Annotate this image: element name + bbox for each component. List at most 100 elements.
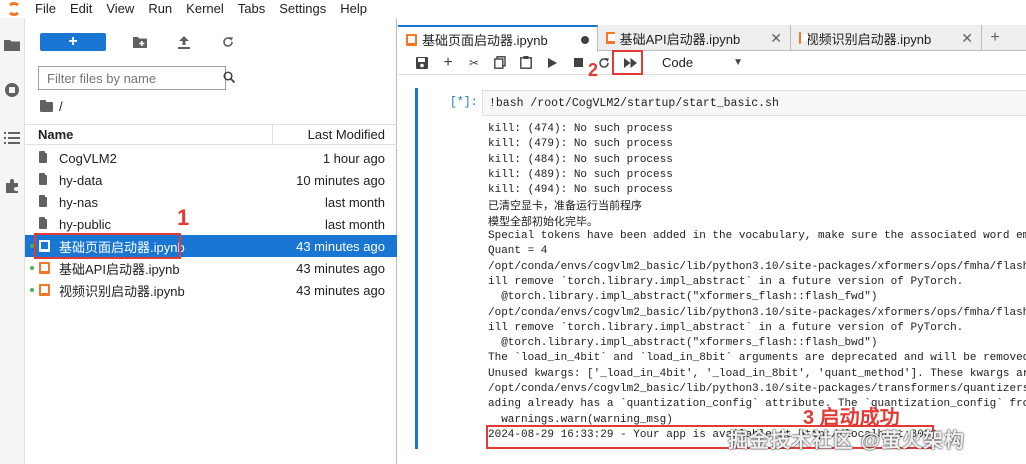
output-line: kill: (484): No such process bbox=[488, 153, 673, 166]
notebook-cell-area: [*]: !bash /root/CogVLM2/startup/start_b… bbox=[398, 76, 1026, 464]
tab-notebook-basic[interactable]: 基础页面启动器.ipynb bbox=[398, 25, 598, 52]
folder-icon[interactable] bbox=[4, 36, 20, 52]
output-line: The `load_in_4bit` and `load_in_8bit` ar… bbox=[488, 352, 1026, 365]
tab-label: 基础API启动器.ipynb bbox=[619, 31, 741, 47]
list-item[interactable]: 基础API启动器.ipynb 43 minutes ago bbox=[25, 257, 397, 279]
active-cell-indicator bbox=[415, 88, 418, 449]
list-item[interactable]: hy-public last month bbox=[25, 213, 397, 235]
refresh-icon[interactable] bbox=[218, 33, 238, 51]
column-name-header[interactable]: Name bbox=[25, 125, 273, 144]
upload-icon[interactable] bbox=[174, 33, 194, 51]
code-cell-input[interactable]: !bash /root/CogVLM2/startup/start_basic.… bbox=[482, 90, 1026, 116]
notebook-icon bbox=[406, 33, 417, 46]
tab-label: 基础页面启动器.ipynb bbox=[422, 33, 548, 48]
file-name: hy-nas bbox=[59, 194, 99, 210]
annotation-highlight-box bbox=[34, 233, 181, 259]
close-icon[interactable]: ✕ bbox=[770, 30, 782, 47]
menu-bar: File Edit View Run Kernel Tabs Settings … bbox=[0, 0, 1026, 18]
output-line: kill: (489): No such process bbox=[488, 168, 673, 181]
menu-help[interactable]: Help bbox=[333, 0, 374, 18]
save-icon[interactable] bbox=[412, 53, 432, 73]
menu-edit[interactable]: Edit bbox=[63, 0, 99, 18]
copy-icon[interactable] bbox=[490, 53, 510, 73]
notebook-toolbar: + ✂ Code ▼ bbox=[398, 51, 1026, 75]
file-name: 基础API启动器.ipynb bbox=[59, 261, 180, 277]
running-kernels-icon[interactable] bbox=[4, 82, 20, 98]
output-line: /opt/conda/envs/cogvlm2_basic/lib/python… bbox=[488, 260, 1026, 273]
tab-notebook-video[interactable]: 视频识别启动器.ipynb ✕ bbox=[791, 25, 982, 51]
menu-file[interactable]: File bbox=[28, 0, 63, 18]
file-list: CogVLM2 1 hour ago hy-data 10 minutes ag… bbox=[25, 147, 397, 301]
menu-run[interactable]: Run bbox=[141, 0, 179, 18]
output-line: ill remove `torch.library.impl_abstract`… bbox=[488, 321, 964, 334]
file-modified: 43 minutes ago bbox=[296, 260, 385, 276]
output-line: Unused kwargs: ['_load_in_4bit', '_load_… bbox=[488, 367, 1026, 380]
chevron-down-icon: ▼ bbox=[733, 57, 743, 68]
table-of-contents-icon[interactable] bbox=[4, 130, 20, 146]
list-item[interactable]: 视频识别启动器.ipynb 43 minutes ago bbox=[25, 279, 397, 301]
new-launcher-button[interactable]: + bbox=[40, 33, 106, 51]
run-icon[interactable] bbox=[542, 53, 562, 73]
extension-puzzle-icon[interactable] bbox=[4, 178, 20, 194]
file-modified: last month bbox=[325, 216, 385, 232]
folder-icon bbox=[39, 217, 47, 229]
cut-icon[interactable]: ✂ bbox=[464, 53, 484, 73]
file-filter-input-box bbox=[38, 66, 236, 90]
list-item[interactable]: hy-data 10 minutes ago bbox=[25, 169, 397, 191]
file-modified: 43 minutes ago bbox=[296, 282, 385, 298]
cell-output: kill: (474): No such process kill: (479)… bbox=[488, 122, 1026, 452]
add-cell-icon[interactable]: + bbox=[438, 53, 458, 73]
cell-type-select[interactable]: Code ▼ bbox=[662, 55, 743, 70]
output-line: kill: (479): No such process bbox=[488, 138, 673, 151]
file-modified: 10 minutes ago bbox=[296, 172, 385, 188]
output-line: kill: (474): No such process bbox=[488, 123, 673, 135]
breadcrumb-root[interactable]: / bbox=[59, 99, 63, 114]
output-line: @torch.library.impl_abstract("xformers_f… bbox=[488, 337, 878, 350]
file-name: hy-data bbox=[59, 172, 103, 188]
column-modified-header[interactable]: Last Modified bbox=[273, 127, 397, 142]
breadcrumb[interactable]: / bbox=[40, 99, 63, 114]
annotation-highlight-box bbox=[612, 50, 643, 75]
output-line: /opt/conda/envs/cogvlm2_basic/lib/python… bbox=[488, 306, 1026, 319]
output-line: @torch.library.impl_abstract("xformers_f… bbox=[488, 291, 878, 304]
paste-icon[interactable] bbox=[516, 53, 536, 73]
menu-tabs[interactable]: Tabs bbox=[231, 0, 272, 18]
watermark-text: 掘金技术社区 @萤火架构 bbox=[728, 430, 966, 452]
menu-view[interactable]: View bbox=[99, 0, 141, 18]
cell-prompt: [*]: bbox=[450, 96, 478, 109]
activity-bar bbox=[0, 18, 25, 464]
file-browser-toolbar: + bbox=[40, 32, 238, 52]
notebook-icon bbox=[606, 32, 615, 44]
running-indicator-icon bbox=[30, 266, 34, 270]
folder-icon bbox=[39, 151, 47, 163]
close-icon[interactable]: ✕ bbox=[961, 30, 973, 47]
stop-icon[interactable] bbox=[568, 53, 588, 73]
output-line: ill remove `torch.library.impl_abstract`… bbox=[488, 275, 964, 288]
folder-icon bbox=[40, 99, 53, 112]
file-filter-input[interactable] bbox=[47, 70, 223, 86]
output-line: /opt/conda/envs/cogvlm2_basic/lib/python… bbox=[488, 383, 1026, 396]
output-line: Quant = 4 bbox=[488, 245, 548, 258]
notebook-icon bbox=[39, 262, 50, 274]
menu-settings[interactable]: Settings bbox=[272, 0, 333, 18]
notebook-icon bbox=[799, 32, 807, 44]
tab-label: 视频识别启动器.ipynb bbox=[805, 31, 932, 47]
add-tab-icon[interactable]: + bbox=[982, 25, 1008, 51]
output-line: 模型全部初始化完毕。 bbox=[488, 214, 598, 228]
file-modified: 1 hour ago bbox=[322, 150, 385, 166]
output-line: 已清空显卡，准备运行当前程序 bbox=[488, 199, 642, 213]
list-item[interactable]: hy-nas last month bbox=[25, 191, 397, 213]
tab-bar: 基础页面启动器.ipynb 基础API启动器.ipynb ✕ 视频识别启动器.i… bbox=[398, 25, 1026, 52]
cell-type-value: Code bbox=[662, 55, 694, 70]
search-icon bbox=[223, 70, 236, 86]
new-folder-icon[interactable] bbox=[130, 33, 150, 51]
folder-icon bbox=[39, 195, 47, 207]
menu-kernel[interactable]: Kernel bbox=[179, 0, 231, 18]
unsaved-dot-icon[interactable] bbox=[581, 35, 589, 44]
running-indicator-icon bbox=[30, 288, 34, 292]
output-line: kill: (494): No such process bbox=[488, 184, 673, 197]
list-item[interactable]: CogVLM2 1 hour ago bbox=[25, 147, 397, 169]
output-line: ading already has a `quantization_config… bbox=[488, 398, 1026, 411]
tab-notebook-api[interactable]: 基础API启动器.ipynb ✕ bbox=[598, 25, 791, 51]
annotation-label-1: 1 bbox=[177, 205, 190, 230]
